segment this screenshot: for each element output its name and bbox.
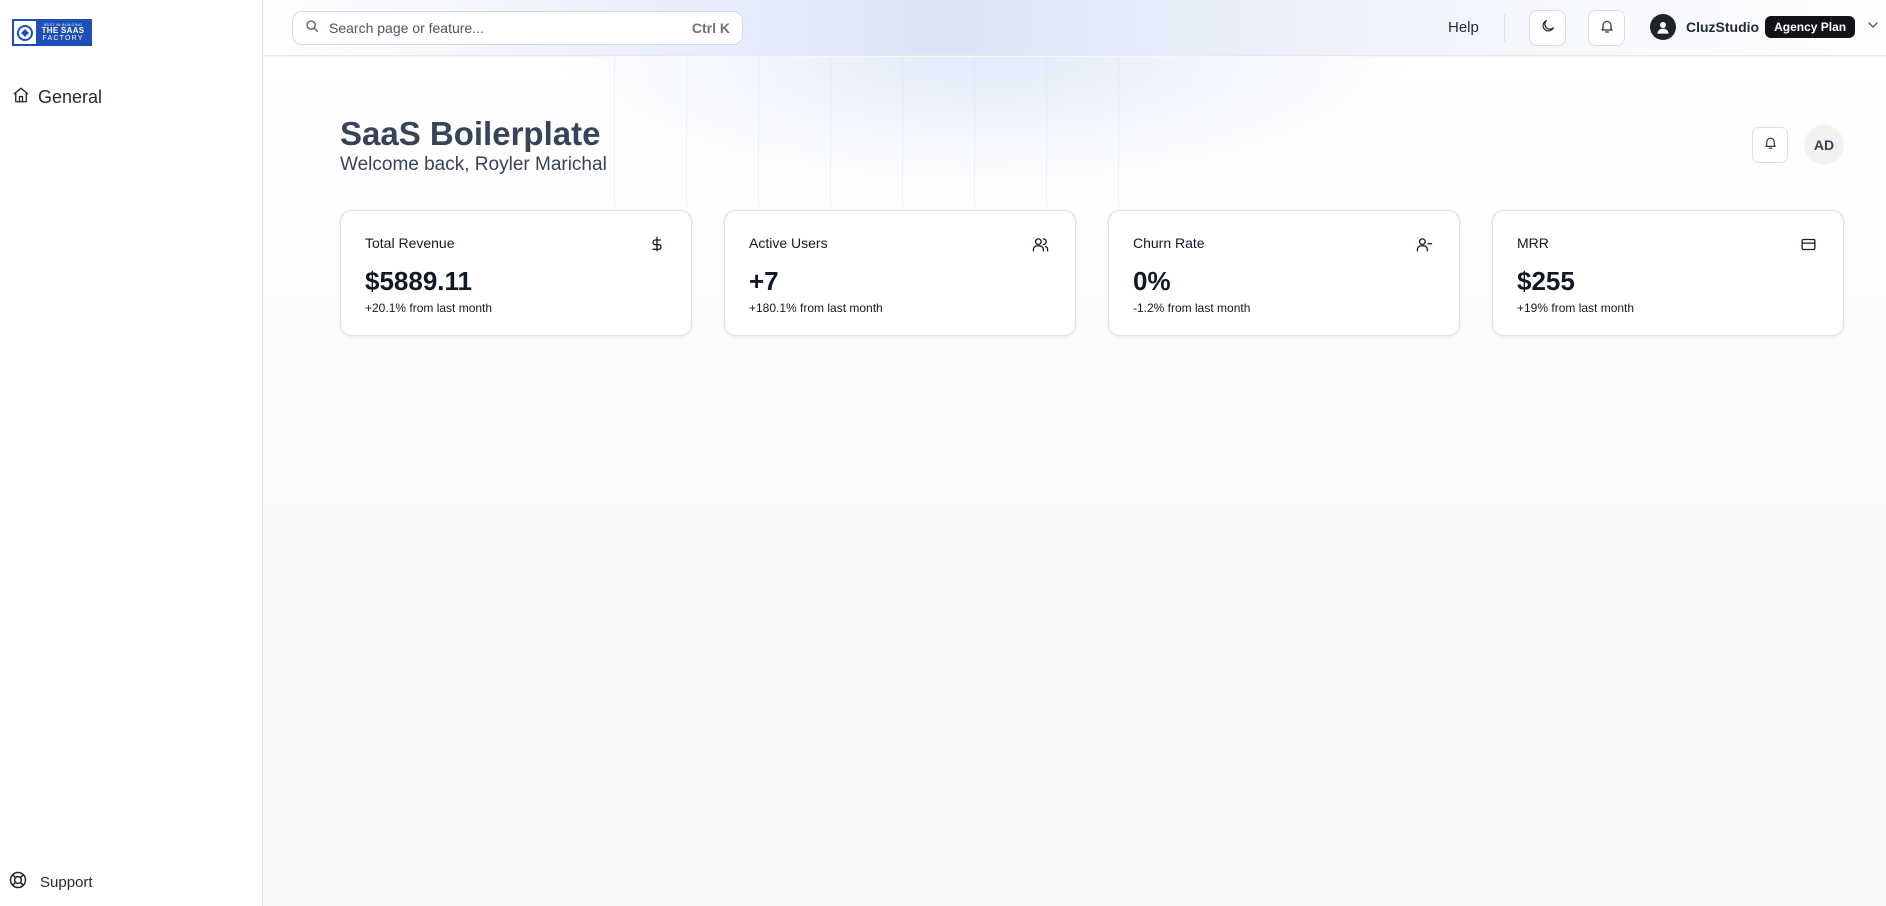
card-title: Churn Rate [1133, 235, 1205, 251]
life-buoy-icon [8, 870, 28, 895]
search-box[interactable]: Ctrl K [292, 11, 743, 45]
user-minus-icon [1416, 236, 1433, 258]
avatar[interactable]: AD [1804, 125, 1844, 165]
sidebar-item-general[interactable]: General [12, 86, 102, 109]
support-link[interactable]: Support [8, 870, 93, 895]
logo-line2: FACTORY [42, 35, 84, 42]
logo-mark-icon [14, 21, 36, 44]
card-delta: +20.1% from last month [365, 301, 493, 315]
users-icon [1032, 236, 1049, 258]
card-delta: +19% from last month [1517, 301, 1635, 315]
card-value: 0% [1133, 266, 1171, 296]
brand-logo[interactable]: BEST IN BUILDING THE SAAS FACTORY [12, 19, 92, 46]
card-delta: -1.2% from last month [1133, 301, 1251, 315]
card-value: $5889.11 [365, 266, 473, 296]
logo-tagline: BEST IN BUILDING [43, 22, 83, 27]
plan-badge: Agency Plan [1765, 16, 1856, 38]
stat-card-mrr: MRR $255 +19% from last month [1492, 210, 1844, 336]
search-icon [305, 19, 319, 38]
logo-text: BEST IN BUILDING THE SAAS FACTORY [36, 21, 90, 44]
card-value: +7 [749, 266, 779, 296]
search-input[interactable] [329, 20, 692, 36]
stat-card-active-users: Active Users +7 +180.1% from last month [724, 210, 1076, 336]
sidebar-item-label: General [38, 87, 103, 107]
home-icon [12, 86, 30, 109]
help-link[interactable]: Help [1448, 19, 1479, 36]
user-menu[interactable]: CluzStudio Agency Plan [1650, 14, 1881, 40]
card-title: MRR [1517, 235, 1549, 251]
search-shortcut: Ctrl K [691, 20, 730, 36]
user-name: CluzStudio [1686, 19, 1760, 35]
sidebar: BEST IN BUILDING THE SAAS FACTORY Genera… [0, 0, 263, 906]
decorative-grid [614, 57, 1174, 207]
main-content: SaaS Boilerplate Welcome back, Royler Ma… [264, 57, 1886, 906]
card-value: $255 [1517, 266, 1575, 296]
bell-icon [1763, 135, 1778, 155]
card-title: Total Revenue [365, 235, 455, 251]
card-title: Active Users [749, 235, 828, 251]
moon-icon [1540, 18, 1556, 39]
chevron-down-icon [1865, 17, 1881, 38]
stats-cards: Total Revenue $5889.11 +20.1% from last … [340, 210, 1844, 336]
page-title: SaaS Boilerplate [340, 115, 601, 152]
page-notifications-button[interactable] [1752, 127, 1788, 163]
notifications-button[interactable] [1588, 10, 1625, 46]
logo-line1: THE SAAS [41, 26, 85, 35]
support-label: Support [40, 874, 93, 891]
topbar-divider [1504, 14, 1505, 42]
theme-toggle-button[interactable] [1529, 10, 1566, 46]
credit-card-icon [1800, 236, 1817, 258]
user-avatar-icon [1650, 14, 1676, 40]
page-subtitle: Welcome back, Royler Marichal [340, 154, 607, 175]
card-delta: +180.1% from last month [749, 301, 883, 315]
dollar-icon [649, 236, 665, 257]
stat-card-total-revenue: Total Revenue $5889.11 +20.1% from last … [340, 210, 692, 336]
stat-card-churn-rate: Churn Rate 0% -1.2% from last month [1108, 210, 1460, 336]
bell-icon [1599, 18, 1615, 39]
top-bar: Ctrl K Help CluzStudio Agency Plan [264, 0, 1886, 56]
